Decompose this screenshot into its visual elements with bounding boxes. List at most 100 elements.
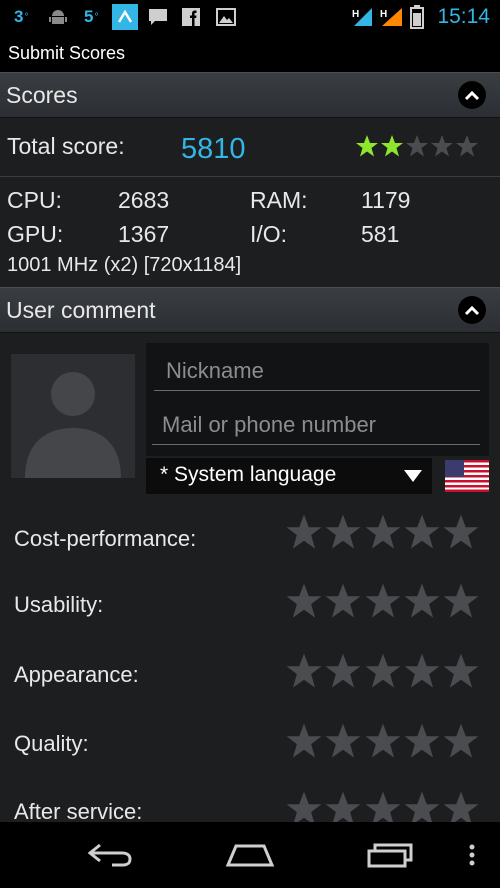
rating-stars-usability[interactable] (285, 582, 480, 622)
navigation-bar (0, 822, 500, 888)
star-empty-icon (443, 653, 479, 688)
star-empty-icon (365, 653, 400, 688)
total-score-label: Total score: (7, 133, 125, 159)
back-button[interactable] (80, 822, 140, 888)
rating-label: Quality: (14, 731, 89, 756)
facebook-icon (182, 0, 200, 34)
star-empty-icon (431, 135, 453, 157)
star-empty-icon (325, 723, 361, 758)
notification-count-2-sup: ° (94, 11, 99, 23)
star-empty-icon (325, 653, 361, 688)
ram-value: 1179 (361, 187, 411, 213)
rating-stars-quality[interactable] (285, 722, 480, 762)
network-type-1: H (352, 9, 359, 20)
scores-section-header[interactable]: Scores (0, 72, 500, 118)
notification-count-2: 5 ° (84, 0, 98, 34)
score-rating-stars (355, 134, 480, 158)
gpu-value: 1367 (118, 221, 170, 247)
star-empty-icon (286, 723, 322, 758)
star-empty-icon (365, 723, 400, 758)
contact-placeholder: Mail or phone number (162, 412, 377, 437)
star-filled-icon (381, 135, 403, 157)
total-score-value: 5810 (181, 133, 246, 165)
cpu-label: CPU: (7, 187, 62, 213)
io-value: 581 (361, 221, 400, 247)
image-icon (216, 0, 236, 34)
star-empty-icon (404, 653, 440, 688)
network-type-2: H (380, 9, 387, 20)
notification-count-2-value: 5 (84, 7, 94, 26)
home-icon (225, 844, 275, 867)
message-icon (148, 0, 168, 34)
star-empty-icon (365, 583, 400, 618)
back-icon (87, 843, 132, 867)
star-empty-icon (443, 723, 479, 758)
status-bar: 3 ° 5 ° H H 15:14 (0, 0, 500, 34)
scores-section-title: Scores (6, 82, 78, 108)
ram-label: RAM: (250, 187, 308, 213)
star-empty-icon (443, 514, 479, 549)
status-time: 15:14 (437, 5, 490, 28)
star-empty-icon (443, 583, 479, 618)
star-empty-icon (286, 653, 322, 688)
star-empty-icon (286, 583, 322, 618)
default-avatar-icon (25, 372, 121, 478)
us-flag-icon[interactable] (445, 460, 489, 492)
battery-icon (410, 0, 424, 34)
rating-label: Appearance: (14, 662, 139, 687)
signal-icon-2: H (380, 0, 404, 34)
action-bar: Submit Scores (0, 34, 500, 72)
overflow-menu-icon (469, 844, 475, 866)
divider (0, 176, 500, 177)
io-label: I/O: (250, 221, 288, 247)
star-empty-icon (325, 514, 361, 549)
notification-count-1: 3 ° (14, 0, 28, 34)
star-empty-icon (325, 583, 361, 618)
star-empty-icon (404, 514, 440, 549)
cpu-value: 2683 (118, 187, 170, 213)
star-empty-icon (365, 514, 400, 549)
action-bar-title: Submit Scores (8, 43, 126, 63)
star-empty-icon (406, 135, 428, 157)
gpu-label: GPU: (7, 221, 64, 247)
star-empty-icon (456, 135, 478, 157)
rating-label: Cost-performance: (14, 526, 197, 551)
home-button[interactable] (220, 822, 280, 888)
star-empty-icon (365, 791, 400, 822)
rating-stars-after-service[interactable] (285, 790, 480, 822)
star-empty-icon (443, 791, 479, 822)
nickname-placeholder: Nickname (166, 358, 264, 383)
nickname-field[interactable]: Nickname (154, 350, 480, 391)
android-icon (48, 0, 68, 34)
recent-apps-button[interactable] (360, 822, 420, 888)
user-comment-collapse-button[interactable] (458, 296, 486, 324)
star-empty-icon (404, 791, 440, 822)
overflow-menu-button[interactable] (462, 822, 482, 888)
notification-count-1-sup: ° (24, 11, 29, 23)
notification-count-1-value: 3 (14, 7, 24, 26)
rating-stars-appearance[interactable] (285, 652, 480, 692)
language-select-value: * System language (160, 463, 337, 486)
language-select[interactable]: * System language (146, 458, 432, 494)
star-empty-icon (404, 723, 440, 758)
app-notification-icon (112, 0, 138, 34)
scores-collapse-button[interactable] (458, 81, 486, 109)
device-info: 1001 MHz (x2) [720x1184] (7, 254, 242, 276)
avatar[interactable] (11, 354, 135, 478)
user-comment-section-header[interactable]: User comment (0, 287, 500, 333)
contact-field[interactable]: Mail or phone number (152, 404, 480, 445)
recent-apps-icon (367, 843, 413, 868)
rating-stars-cost-performance[interactable] (285, 513, 480, 553)
rating-label: Usability: (14, 592, 104, 617)
star-filled-icon (356, 135, 378, 157)
star-empty-icon (286, 514, 322, 549)
chevron-up-icon (464, 305, 480, 316)
chevron-up-icon (464, 90, 480, 101)
star-empty-icon (404, 583, 440, 618)
star-empty-icon (286, 791, 322, 822)
scroll-content[interactable]: Scores Total score: 5810 CPU: 2683 RAM: … (0, 72, 500, 822)
star-empty-icon (325, 791, 361, 822)
rating-label: After service: (14, 799, 143, 822)
dropdown-arrow-icon (404, 470, 422, 482)
signal-icon-1: H (352, 0, 374, 34)
